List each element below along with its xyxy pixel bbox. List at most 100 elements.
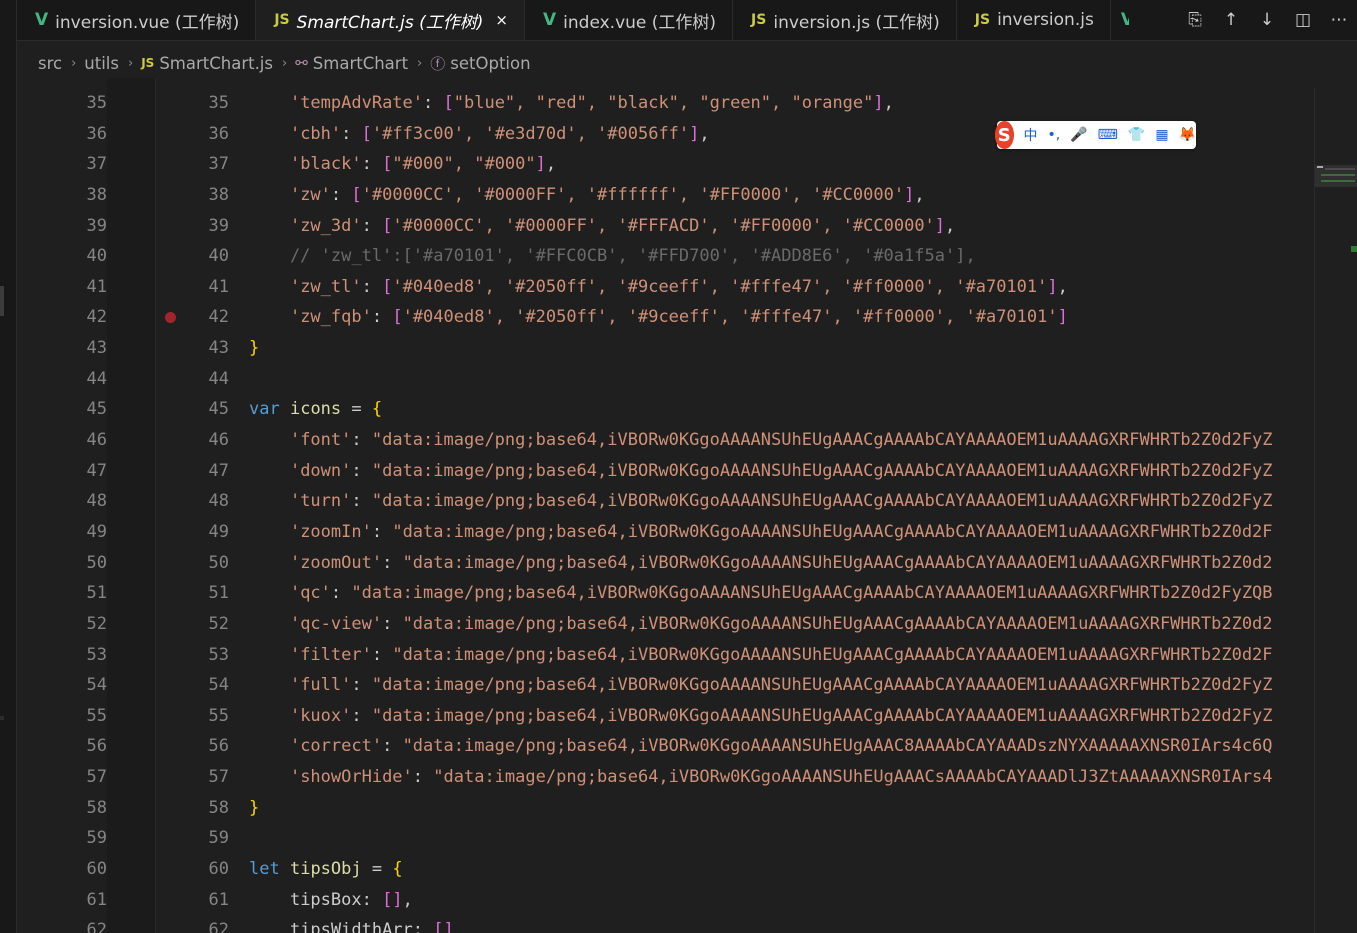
tab-label: inversion.js (工作树) [773, 12, 940, 33]
activity-indicator [0, 286, 4, 316]
line-number: 39 [86, 215, 107, 236]
line-number: 53 [208, 644, 229, 665]
editor-actions: ⎘ ↑ ↓ ◫ ⋯ [1177, 0, 1357, 40]
code-line-39: 'zw_3d': ['#0000CC', '#0000FF', '#FFFACD… [289, 215, 956, 236]
code-line-37: 'black': ["#000", "#000"], [289, 154, 557, 175]
code-line-53: 'filter': "data:image/png;base64,iVBORw0… [289, 644, 1273, 665]
line-number: 54 [208, 675, 229, 696]
code-line-47: 'down': "data:image/png;base64,iVBORw0KG… [289, 460, 1273, 481]
tab-index-vue[interactable]: V index.vue (工作树) [524, 0, 734, 40]
line-numbers-modified: 35 36 37 38 39 40 41 42 43 44 45 46 47 48 49 50 51 52 53 54… [165, 88, 229, 933]
line-number: 48 [208, 491, 229, 512]
code-line-38: 'zw': ['#0000CC', '#0000FF', '#ffffff', … [289, 184, 925, 205]
code-line-46: 'font': "data:image/png;base64,iVBORw0KG… [289, 430, 1273, 451]
breadcrumb-symbol[interactable]: SmartChart [313, 54, 408, 73]
tab-label: inversion.js [997, 10, 1094, 30]
code-line-54: 'full': "data:image/png;base64,iVBORw0KG… [289, 675, 1273, 696]
line-number: 58 [208, 797, 229, 818]
code-line-35: 'tempAdvRate': ["blue", "red", "black", … [289, 93, 894, 113]
line-number: 41 [208, 276, 229, 297]
line-number: 47 [208, 460, 229, 481]
tab-bar: V inversion.vue (工作树) JS SmartChart.js (… [17, 0, 1357, 41]
keyboard-icon[interactable]: ⌨ [1098, 127, 1118, 143]
line-number: 45 [208, 399, 229, 420]
line-number: 37 [86, 154, 107, 175]
close-icon[interactable]: × [495, 11, 508, 29]
line-number: 40 [86, 246, 107, 267]
code-line-57: 'showOrHide': "data:image/png;base64,iVB… [289, 767, 1273, 788]
tab-inversion-vue[interactable]: V inversion.vue (工作树) [17, 0, 257, 40]
minimap[interactable] [1315, 78, 1357, 933]
line-number: 52 [208, 613, 229, 634]
arrow-down-icon[interactable]: ↓ [1249, 0, 1285, 40]
editor-window: V inversion.vue (工作树) JS SmartChart.js (… [0, 0, 1357, 933]
code-line-40: // 'zw_tl':['#a70101', '#FFC0CB', '#FFD7… [249, 246, 976, 267]
code-line-61: tipsBox: [], [289, 889, 413, 910]
line-number: 45 [86, 399, 107, 420]
line-number: 57 [86, 767, 107, 788]
toolbox-icon[interactable]: ▦ [1155, 127, 1168, 143]
breadcrumb-method[interactable]: setOption [450, 54, 530, 73]
line-number: 53 [86, 644, 107, 665]
sogou-logo-icon[interactable]: S [995, 121, 1014, 149]
breadcrumb-src[interactable]: src [38, 54, 62, 73]
line-number: 46 [86, 430, 107, 451]
line-number: 57 [208, 767, 229, 788]
line-number: 43 [86, 338, 107, 359]
line-number: 43 [208, 338, 229, 359]
js-icon: JS [751, 12, 767, 28]
line-number: 39 [208, 215, 229, 236]
ime-chinese-mode[interactable]: 中 [1024, 125, 1038, 145]
arrow-up-icon[interactable]: ↑ [1213, 0, 1249, 40]
line-number: 50 [208, 552, 229, 573]
line-number: 50 [86, 552, 107, 573]
line-number: 47 [86, 460, 107, 481]
tab-overflow[interactable]: V [1110, 0, 1129, 40]
microphone-icon[interactable]: 🎤 [1070, 127, 1087, 143]
line-number: 49 [86, 521, 107, 542]
ime-toolbar[interactable]: S 中 •, 🎤 ⌨ 👕 ▦ 🦊 [995, 121, 1196, 149]
minimap-line [1325, 168, 1355, 170]
code-editor[interactable]: 'tempAdvRate': ["blue", "red", "black", … [249, 88, 1329, 933]
line-number: 60 [86, 859, 107, 880]
code-line-51: 'qc': "data:image/png;base64,iVBORw0KGgo… [289, 583, 1273, 604]
line-number: 49 [208, 521, 229, 542]
minimap-line [1321, 180, 1355, 182]
breadcrumb-file[interactable]: SmartChart.js [159, 54, 273, 73]
line-number: 44 [86, 368, 107, 389]
tab-inversion-js-worktree[interactable]: JS inversion.js (工作树) [733, 0, 957, 40]
breadcrumb: src › utils › JS SmartChart.js › ⚯ Smart… [38, 50, 531, 76]
tab-smartchart-js[interactable]: JS SmartChart.js (工作树) × [256, 0, 525, 40]
method-symbol-icon: ⓕ [430, 54, 446, 73]
code-line-42: 'zw_fqb': ['#040ed8', '#2050ff', '#9ceef… [289, 307, 1068, 328]
minimap-change-marker [1351, 246, 1357, 252]
code-line-48: 'turn': "data:image/png;base64,iVBORw0KG… [289, 491, 1273, 512]
code-line-60: let tipsObj = { [249, 859, 403, 880]
activity-bar-edge [0, 0, 17, 933]
tab-label: index.vue (工作树) [563, 12, 717, 33]
skin-icon[interactable]: 👕 [1128, 127, 1145, 143]
tab-label: SmartChart.js (工作树) [296, 12, 484, 33]
open-changes-icon[interactable]: ⎘ [1177, 0, 1213, 40]
vue-icon: V [35, 10, 49, 30]
line-number: 51 [86, 583, 107, 604]
activity-divider [0, 716, 4, 720]
line-number: 61 [86, 889, 107, 910]
js-icon: JS [141, 56, 155, 70]
code-line-50: 'zoomOut': "data:image/png;base64,iVBORw… [289, 552, 1273, 573]
diff-gutter [107, 78, 155, 933]
tab-inversion-js[interactable]: JS inversion.js [956, 0, 1111, 40]
ime-punctuation-icon[interactable]: •, [1048, 127, 1061, 143]
minimap-line [1317, 166, 1323, 168]
line-number: 52 [86, 613, 107, 634]
mascot-icon[interactable]: 🦊 [1179, 127, 1196, 143]
vue-icon: V [1120, 10, 1129, 30]
breakpoint-icon[interactable] [165, 312, 176, 323]
breadcrumb-utils[interactable]: utils [84, 54, 119, 73]
more-actions-icon[interactable]: ⋯ [1321, 0, 1357, 40]
chevron-right-icon: › [71, 55, 77, 71]
split-editor-icon[interactable]: ◫ [1285, 0, 1321, 40]
chevron-right-icon: › [282, 55, 288, 71]
tab-label: inversion.vue (工作树) [55, 12, 240, 33]
